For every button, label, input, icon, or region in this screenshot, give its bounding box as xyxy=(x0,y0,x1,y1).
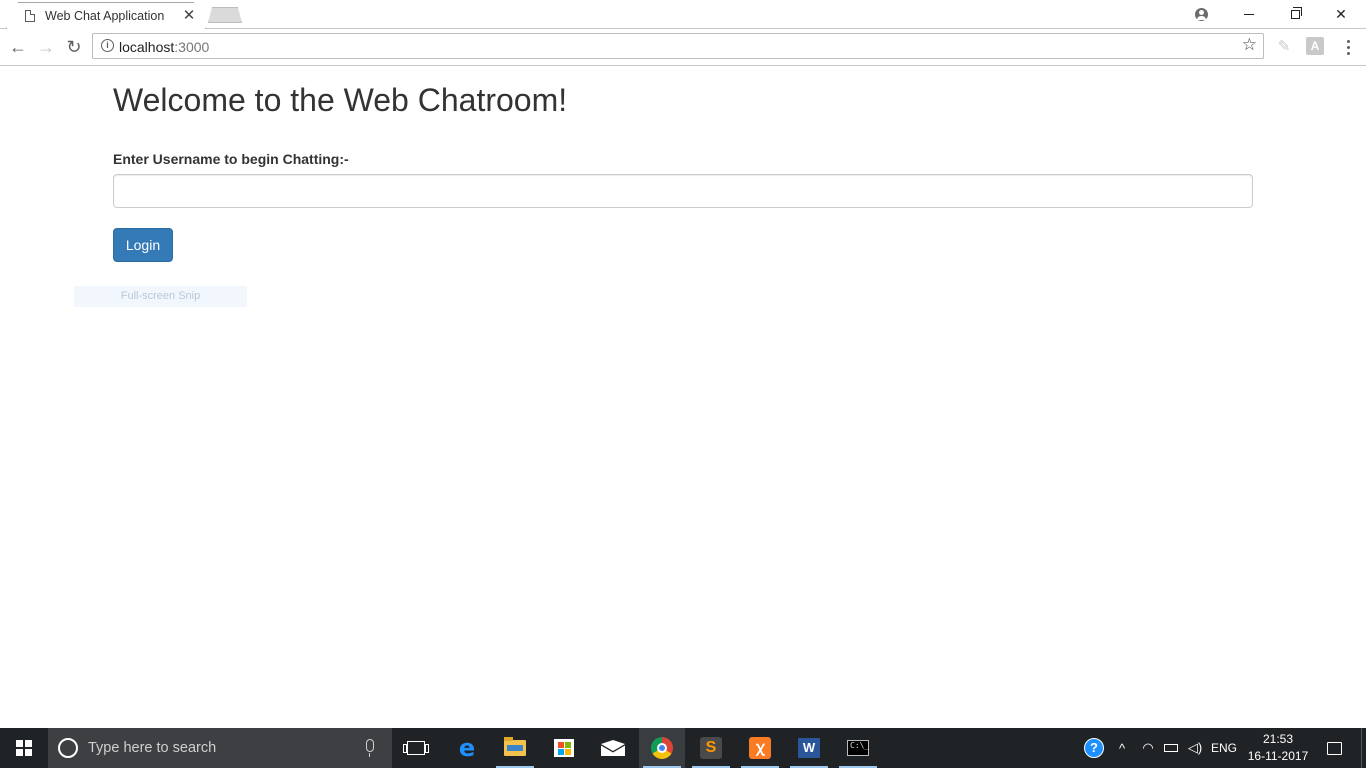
help-tray-button[interactable]: ? xyxy=(1082,728,1106,768)
file-explorer-taskbar-button[interactable] xyxy=(492,728,538,768)
profile-button[interactable] xyxy=(1186,0,1216,29)
command-prompt-taskbar-button[interactable]: C:\_ xyxy=(835,728,881,768)
new-tab-button[interactable] xyxy=(208,7,242,23)
browser-tab[interactable]: Web Chat Application ✕ xyxy=(6,2,206,29)
system-clock[interactable]: 21:53 16-11-2017 xyxy=(1244,728,1312,768)
username-input[interactable] xyxy=(113,174,1253,208)
tab-title: Web Chat Application xyxy=(45,9,165,23)
word-taskbar-button[interactable]: W xyxy=(786,728,832,768)
task-view-icon xyxy=(403,741,429,755)
mail-taskbar-button[interactable] xyxy=(590,728,636,768)
close-window-button[interactable]: ✕ xyxy=(1318,0,1364,29)
url-host: localhost xyxy=(119,39,175,55)
site-info-icon[interactable]: i xyxy=(101,39,114,52)
browser-toolbar: ← → ↻ i localhost:3000 ☆ ✎ A xyxy=(0,29,1366,66)
sublime-text-icon: S xyxy=(700,737,722,759)
address-bar[interactable]: i localhost:3000 ☆ xyxy=(92,33,1264,59)
page-title: Welcome to the Web Chatroom! xyxy=(113,82,568,118)
word-icon: W xyxy=(798,738,820,758)
clock-time: 21:53 xyxy=(1262,732,1294,746)
xampp-taskbar-button[interactable]: ꭓ xyxy=(737,728,783,768)
bookmark-star-icon[interactable]: ☆ xyxy=(1242,35,1257,55)
username-label: Enter Username to begin Chatting:- xyxy=(113,151,349,167)
cortana-icon xyxy=(58,738,78,758)
page-favicon-icon xyxy=(25,10,35,22)
action-center-button[interactable] xyxy=(1318,728,1350,768)
profile-icon xyxy=(1194,8,1208,21)
reload-button[interactable]: ↻ xyxy=(62,35,86,59)
forward-button[interactable]: → xyxy=(34,35,58,59)
windows-logo-icon xyxy=(16,740,32,756)
taskbar-search-box[interactable]: Type here to search xyxy=(48,728,392,768)
clock-date: 16-11-2017 xyxy=(1247,749,1309,763)
volume-icon[interactable]: ◁) xyxy=(1185,728,1205,768)
minimize-button[interactable] xyxy=(1226,0,1272,29)
show-hidden-icons-button[interactable]: ^ xyxy=(1112,728,1132,768)
search-placeholder: Type here to search xyxy=(88,740,217,756)
url-text[interactable]: localhost:3000 xyxy=(119,39,209,55)
login-button[interactable]: Login xyxy=(113,228,173,262)
mail-icon xyxy=(601,740,625,756)
page-content: Welcome to the Web Chatroom! Enter Usern… xyxy=(0,66,1366,728)
edge-icon: e xyxy=(458,734,476,762)
start-button[interactable] xyxy=(0,728,48,768)
folder-icon xyxy=(504,737,526,756)
xampp-icon: ꭓ xyxy=(749,737,771,759)
wifi-icon[interactable]: ◠ xyxy=(1138,728,1158,768)
store-icon xyxy=(554,739,574,757)
microphone-icon[interactable] xyxy=(366,739,374,757)
show-desktop-button[interactable] xyxy=(1361,728,1366,768)
tab-close-icon[interactable]: ✕ xyxy=(181,8,197,24)
chrome-icon xyxy=(651,737,673,759)
back-button[interactable]: ← xyxy=(6,35,30,59)
windows-taskbar: Type here to search e S ꭓ W C:\_ ? ^ ◠ ◁… xyxy=(0,728,1366,768)
chrome-taskbar-button[interactable] xyxy=(639,728,685,768)
battery-icon[interactable] xyxy=(1161,728,1181,768)
url-port: :3000 xyxy=(174,39,210,55)
sublime-taskbar-button[interactable]: S xyxy=(688,728,734,768)
restore-button[interactable] xyxy=(1272,0,1318,29)
command-prompt-icon: C:\_ xyxy=(847,740,869,756)
minimize-icon xyxy=(1244,14,1254,15)
browser-tabstrip: Web Chat Application ✕ ✕ xyxy=(0,0,1366,29)
full-screen-snip-overlay[interactable]: Full-screen Snip xyxy=(74,286,247,307)
extension-icon[interactable]: ✎ xyxy=(1274,37,1294,57)
task-view-button[interactable] xyxy=(393,728,439,768)
restore-icon xyxy=(1290,7,1302,19)
browser-menu-icon[interactable] xyxy=(1338,35,1358,59)
language-indicator[interactable]: ENG xyxy=(1208,728,1240,768)
edge-taskbar-button[interactable]: e xyxy=(444,728,490,768)
help-icon: ? xyxy=(1084,738,1104,758)
pdf-extension-icon[interactable]: A xyxy=(1306,37,1324,55)
store-taskbar-button[interactable] xyxy=(541,728,587,768)
notification-icon xyxy=(1326,741,1342,755)
